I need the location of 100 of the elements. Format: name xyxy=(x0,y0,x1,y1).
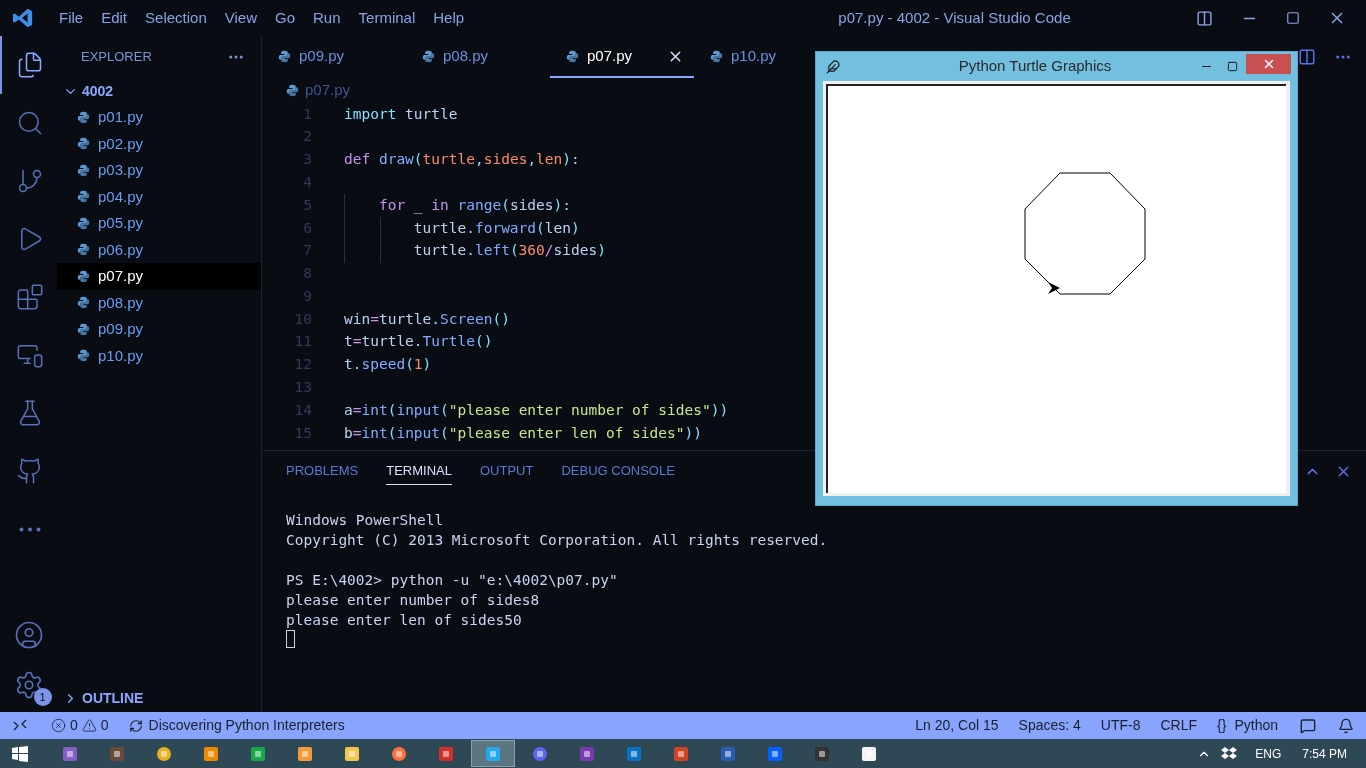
editor-tab[interactable]: p08.py xyxy=(406,36,550,78)
tree-item[interactable]: p03.py xyxy=(57,157,261,184)
tree-item[interactable]: p10.py xyxy=(57,342,261,369)
code-line: t=turtle.Turtle() xyxy=(344,332,493,352)
error-icon xyxy=(51,718,66,733)
tree-item[interactable]: p05.py xyxy=(57,210,261,237)
tree-item[interactable]: p02.py xyxy=(57,130,261,157)
vscode-logo-icon xyxy=(12,7,34,29)
python-icon xyxy=(710,49,723,63)
line-number: 3 xyxy=(302,150,312,170)
problems-indicator[interactable]: 0 0 xyxy=(51,715,109,736)
code-line: def draw(turtle,sides,len): xyxy=(344,150,580,170)
indentation[interactable]: Spaces: 4 xyxy=(1018,715,1081,736)
menu-item[interactable]: Selection xyxy=(136,6,216,30)
code-line: a=int(input("please enter number of sides")) xyxy=(344,400,729,420)
terminal-cursor xyxy=(286,630,295,648)
code-line: win=turtle.Screen() xyxy=(344,309,510,329)
line-number: 12 xyxy=(293,355,312,375)
line-number: 14 xyxy=(293,400,312,420)
menu-item[interactable]: Run xyxy=(304,6,350,30)
python-icon xyxy=(77,349,90,363)
line-number: 13 xyxy=(293,378,312,398)
menu-item[interactable]: Edit xyxy=(92,6,137,30)
line-number: 9 xyxy=(302,286,312,306)
cursor-position[interactable]: Ln 20, Col 15 xyxy=(915,715,999,736)
terminal-line: Windows PowerShell xyxy=(286,511,444,530)
line-number: 15 xyxy=(293,423,312,443)
more-icon xyxy=(18,526,41,532)
editor-tab[interactable]: p09.py xyxy=(262,36,406,78)
line-number: 5 xyxy=(302,195,312,215)
python-icon xyxy=(278,49,291,63)
python-icon xyxy=(77,163,90,177)
tree-item[interactable]: p01.py xyxy=(57,104,261,131)
maximize-icon[interactable] xyxy=(1227,61,1238,72)
python-icon xyxy=(77,216,90,230)
language-mode[interactable]: {} Python xyxy=(1217,715,1278,736)
line-number: 10 xyxy=(293,309,312,329)
window-title: Python Turtle Graphics xyxy=(957,56,1113,77)
code-line: b=int(input("please enter len of sides")) xyxy=(344,423,702,443)
notifications-icon[interactable] xyxy=(1338,717,1354,734)
python-icon xyxy=(566,49,579,63)
python-icon xyxy=(77,190,90,204)
split-editor-icon[interactable] xyxy=(1298,48,1316,66)
sync-icon xyxy=(128,718,143,733)
tree-item[interactable]: p06.py xyxy=(57,236,261,263)
menu-item[interactable]: File xyxy=(50,6,93,30)
panel-tab[interactable]: OUTPUT xyxy=(480,456,534,486)
panel-tab[interactable]: TERMINAL xyxy=(386,456,452,486)
extensions-icon xyxy=(15,283,44,311)
window-title: p07.py - 4002 - Visual Studio Code xyxy=(837,7,1071,28)
outline-section[interactable]: OUTLINE xyxy=(57,685,261,711)
python-icon xyxy=(77,322,90,336)
code-line: t.speed(1) xyxy=(344,355,432,375)
code-line: turtle.left(360/sides) xyxy=(412,241,606,261)
panel-tab[interactable]: PROBLEMS xyxy=(286,456,359,486)
menu-item[interactable]: Terminal xyxy=(349,6,425,30)
python-icon xyxy=(77,243,90,257)
sidebar-title: EXPLORER xyxy=(81,48,152,67)
python-icon xyxy=(77,110,90,124)
encoding[interactable]: UTF-8 xyxy=(1100,715,1141,736)
layout-icon[interactable] xyxy=(1196,9,1213,27)
tree-item[interactable]: p04.py xyxy=(57,183,261,210)
line-number: 11 xyxy=(293,332,312,352)
account-icon[interactable] xyxy=(13,620,44,650)
remote-icon[interactable] xyxy=(13,718,27,733)
terminal-line: Copyright (C) 2013 Microsoft Corporation. All rights reserved. xyxy=(286,531,828,550)
feedback-icon[interactable] xyxy=(1300,717,1316,734)
tree-item[interactable]: p08.py xyxy=(57,289,261,316)
restore-icon[interactable] xyxy=(1286,11,1300,25)
terminal-line: please enter len of sides50 xyxy=(286,611,522,630)
code-line: for _ in range(sides): xyxy=(377,195,572,216)
code-line: turtle.forward(len) xyxy=(412,218,580,238)
panel-tab[interactable]: DEBUG CONSOLE xyxy=(561,456,675,486)
dropbox-tray-icon[interactable] xyxy=(1221,746,1238,761)
clock[interactable]: 7:54 PM xyxy=(1302,744,1347,763)
tree-item[interactable]: p07.py xyxy=(57,263,261,290)
tree-item[interactable]: p09.py xyxy=(57,316,261,343)
warning-icon xyxy=(81,718,97,733)
menu-item[interactable]: View xyxy=(215,6,266,30)
input-language[interactable]: ENG xyxy=(1255,744,1282,763)
python-icon xyxy=(77,269,90,283)
python-icon xyxy=(77,137,90,151)
menu-item[interactable]: Help xyxy=(424,6,474,30)
line-number: 6 xyxy=(302,218,312,238)
python-icon xyxy=(286,83,299,97)
line-number: 4 xyxy=(302,172,312,192)
line-number: 8 xyxy=(302,264,312,284)
terminal-line: please enter number of sides8 xyxy=(286,591,540,610)
folder-item[interactable]: 4002 xyxy=(57,78,261,104)
line-ending[interactable]: CRLF xyxy=(1160,715,1198,736)
code-line: import turtle xyxy=(344,104,458,124)
python-icon xyxy=(422,49,435,63)
notification-badge: 1 xyxy=(33,688,52,706)
line-number: 7 xyxy=(302,241,312,261)
windows-start-icon[interactable] xyxy=(12,745,28,762)
status-message: Discovering Python Interpreters xyxy=(148,716,345,735)
editor-tab[interactable]: p10.py xyxy=(694,36,804,78)
line-number: 1 xyxy=(302,104,312,124)
editor-tab[interactable]: p07.py xyxy=(550,36,694,78)
menu-item[interactable]: Go xyxy=(266,6,304,30)
